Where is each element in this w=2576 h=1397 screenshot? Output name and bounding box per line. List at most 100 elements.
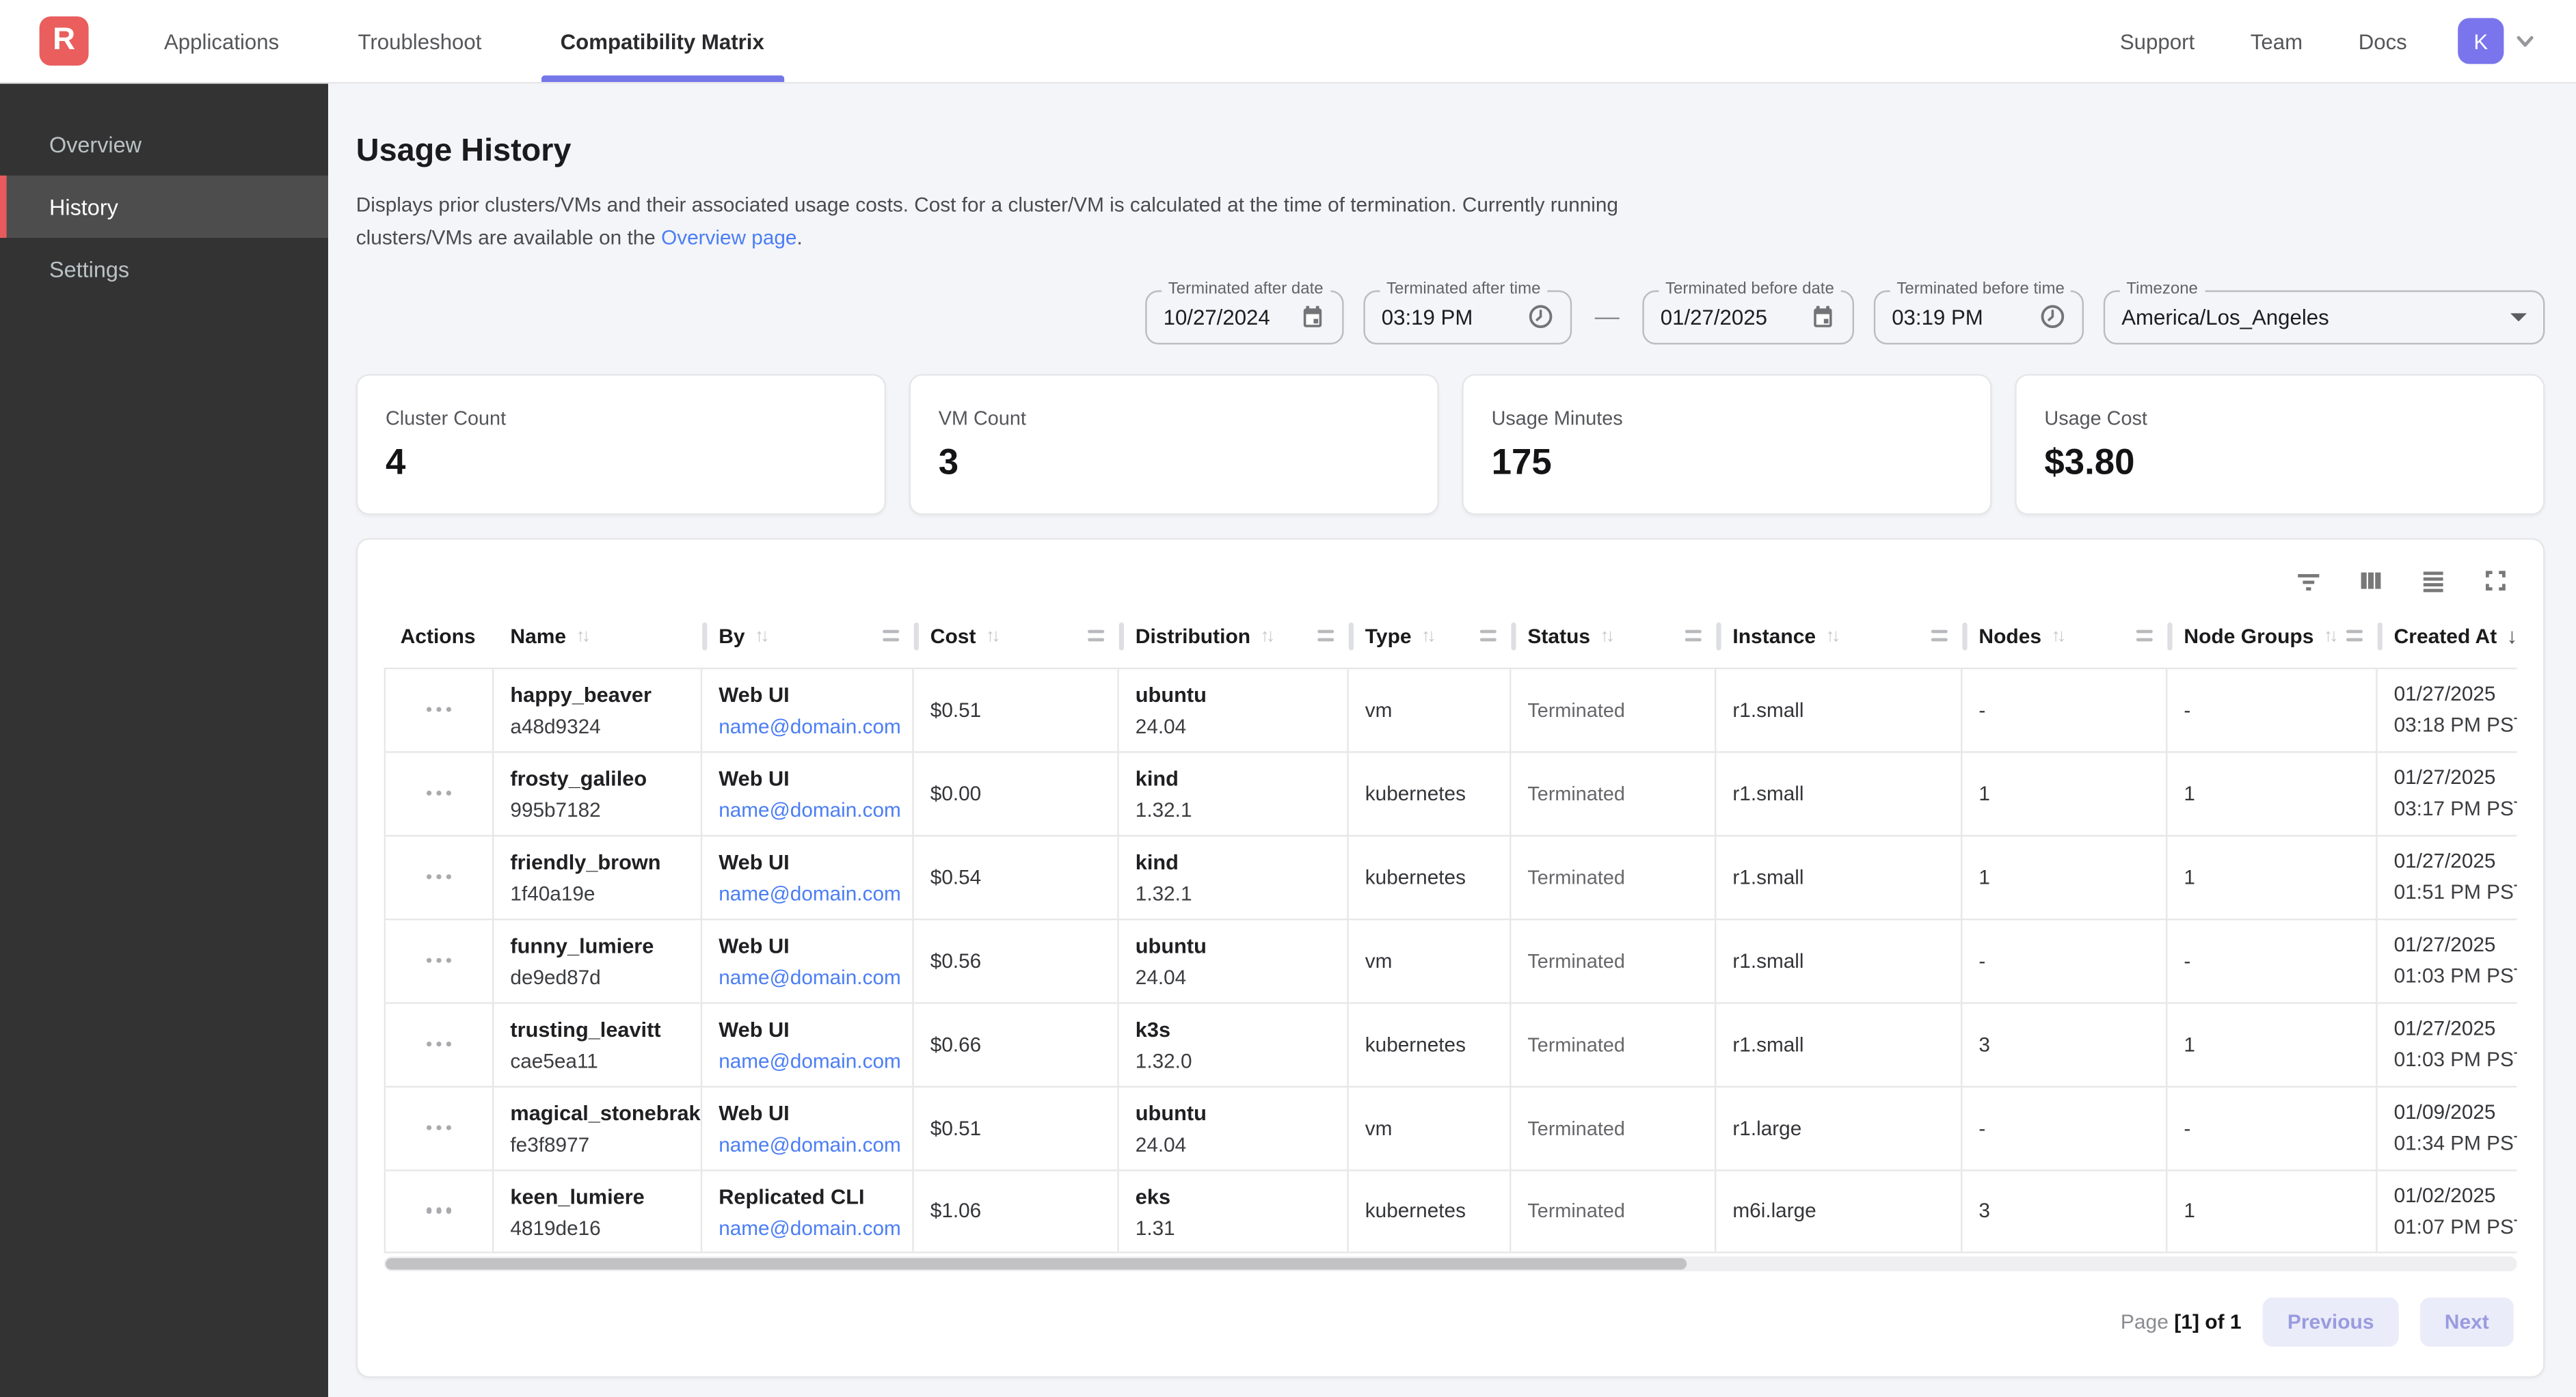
terminated-after-date-field[interactable]: Terminated after date 10/27/2024 xyxy=(1145,290,1343,344)
cell-instance: r1.small xyxy=(1716,1003,1962,1085)
column-menu-icon[interactable] xyxy=(1931,629,1948,642)
cell-distribution: eks1.31 xyxy=(1119,1171,1349,1251)
column-header-nodes[interactable]: Nodes ↑↓ xyxy=(1962,605,2167,667)
column-label: Node Groups xyxy=(2184,625,2313,648)
density-icon[interactable] xyxy=(2419,565,2448,595)
next-page-button[interactable]: Next xyxy=(2420,1297,2514,1346)
sort-desc-icon[interactable]: ↓ xyxy=(2507,623,2517,648)
sidebar-item-history[interactable]: History xyxy=(0,176,328,238)
email-link[interactable]: name@domain.com xyxy=(719,882,902,905)
sort-arrows-icon[interactable]: ↑↓ xyxy=(1826,626,1838,646)
cell-type: vm xyxy=(1349,1087,1512,1169)
description-text: Displays prior clusters/VMs and their as… xyxy=(356,193,1618,249)
cell-name: friendly_brown 1f40a19e xyxy=(494,836,702,918)
sort-arrows-icon[interactable]: ↑↓ xyxy=(755,626,766,646)
cell-distribution: ubuntu24.04 xyxy=(1119,668,1349,750)
column-menu-icon[interactable] xyxy=(2346,629,2363,642)
column-header-by[interactable]: By↑↓ xyxy=(702,605,914,667)
terminated-after-time-field[interactable]: Terminated after time 03:19 PM xyxy=(1363,290,1572,344)
row-actions-button[interactable] xyxy=(416,865,461,890)
cell-value: $0.51 xyxy=(930,1117,981,1140)
replicated-logo[interactable]: R xyxy=(40,16,89,66)
email-link[interactable]: name@domain.com xyxy=(719,1217,902,1240)
column-header-cost[interactable]: Cost↑↓ xyxy=(914,605,1119,667)
cell-line2: 1f40a19e xyxy=(510,882,690,905)
column-menu-icon[interactable] xyxy=(1317,629,1334,642)
calendar-icon[interactable] xyxy=(1793,303,1836,329)
column-header-name[interactable]: Name↑↓ xyxy=(494,605,702,667)
column-menu-icon[interactable] xyxy=(1685,629,1702,642)
table-row: magical_stonebrakerfe3f8977Web UIname@do… xyxy=(384,1085,2517,1169)
sort-arrows-icon[interactable]: ↑↓ xyxy=(576,626,588,646)
sort-arrows-icon[interactable]: ↑↓ xyxy=(2051,626,2063,646)
filter-icon[interactable] xyxy=(2294,565,2323,595)
email-link[interactable]: name@domain.com xyxy=(719,798,902,822)
sidebar-item-overview[interactable]: Overview xyxy=(0,113,328,176)
nav-tab-applications[interactable]: Applications xyxy=(124,0,318,82)
sort-arrows-icon[interactable]: ↑↓ xyxy=(986,626,997,646)
field-value: 03:19 PM xyxy=(1382,305,1473,329)
previous-page-button[interactable]: Previous xyxy=(2263,1297,2399,1346)
cell-value: r1.large xyxy=(1732,1117,1801,1140)
cell-line1: Web UI xyxy=(719,765,902,790)
row-actions-button[interactable] xyxy=(416,948,461,973)
chevron-down-icon[interactable] xyxy=(2514,29,2537,53)
column-header-node-groups[interactable]: Node Groups ↑↓ xyxy=(2167,605,2377,667)
terminated-before-time-field[interactable]: Terminated before time 03:19 PM xyxy=(1874,290,2084,344)
sort-arrows-icon[interactable]: ↑↓ xyxy=(2324,626,2335,646)
row-actions-button[interactable] xyxy=(416,781,461,806)
row-actions-button[interactable] xyxy=(416,1115,461,1141)
cell-line2: 01:51 PM PST xyxy=(2394,880,2517,904)
email-link[interactable]: name@domain.com xyxy=(719,1133,902,1156)
terminated-before-date-field[interactable]: Terminated before date 01/27/2025 xyxy=(1642,290,1854,344)
row-actions-button[interactable] xyxy=(416,1031,461,1057)
column-header-status[interactable]: Status↑↓ xyxy=(1511,605,1716,667)
nav-tab-troubleshoot[interactable]: Troubleshoot xyxy=(319,0,521,82)
cell-value: - xyxy=(2184,698,2190,722)
nav-link-support[interactable]: Support xyxy=(2092,29,2223,53)
column-header-distribution[interactable]: Distribution↑↓ xyxy=(1119,605,1349,667)
columns-icon[interactable] xyxy=(2356,565,2385,595)
clock-icon[interactable] xyxy=(1511,303,1553,329)
row-actions-button[interactable] xyxy=(416,1198,461,1223)
cell-line2: 01:03 PM PST xyxy=(2394,1048,2517,1071)
cell-line2: fe3f8977 xyxy=(510,1133,690,1156)
scrollbar-thumb[interactable] xyxy=(386,1258,1687,1269)
cell-line1: friendly_brown xyxy=(510,849,690,873)
overview-page-link[interactable]: Overview page xyxy=(661,226,796,249)
nav-link-team[interactable]: Team xyxy=(2223,29,2331,53)
nav-tab-compatibility-matrix[interactable]: Compatibility Matrix xyxy=(521,0,803,82)
cell-value: r1.small xyxy=(1732,782,1803,805)
column-menu-icon[interactable] xyxy=(2136,629,2153,642)
cell-line1: kind xyxy=(1136,765,1337,790)
column-menu-icon[interactable] xyxy=(1480,629,1497,642)
column-header-created-at[interactable]: Created At↓ xyxy=(2378,605,2517,667)
cell-line2: 03:17 PM PST xyxy=(2394,797,2517,820)
fullscreen-icon[interactable] xyxy=(2481,565,2510,595)
cell-value: $1.06 xyxy=(930,1199,981,1223)
page-title: Usage History xyxy=(356,133,2545,170)
horizontal-scrollbar[interactable] xyxy=(384,1256,2517,1271)
sort-arrows-icon[interactable]: ↑↓ xyxy=(1600,626,1611,646)
nav-link-docs[interactable]: Docs xyxy=(2331,29,2435,53)
email-link[interactable]: name@domain.com xyxy=(719,1049,902,1072)
calendar-icon[interactable] xyxy=(1283,303,1326,329)
timezone-select[interactable]: Timezone America/Los_Angeles xyxy=(2104,290,2545,344)
email-link[interactable]: name@domain.com xyxy=(719,715,902,738)
sidebar-item-settings[interactable]: Settings xyxy=(0,238,328,300)
user-avatar[interactable]: K xyxy=(2458,18,2504,64)
column-label: Nodes xyxy=(1978,625,2041,648)
email-link[interactable]: name@domain.com xyxy=(719,966,902,989)
field-value: 10/27/2024 xyxy=(1164,305,1270,329)
column-menu-icon[interactable] xyxy=(883,629,899,642)
cell-value: Terminated xyxy=(1527,1117,1625,1140)
column-header-instance[interactable]: Instance↑↓ xyxy=(1716,605,1962,667)
cell-by: Web UIname@domain.com xyxy=(702,836,914,918)
main-content: Usage History Displays prior clusters/VM… xyxy=(328,83,2576,1397)
sort-arrows-icon[interactable]: ↑↓ xyxy=(1421,626,1433,646)
clock-icon[interactable] xyxy=(2023,303,2065,329)
row-actions-button[interactable] xyxy=(416,697,461,722)
sort-arrows-icon[interactable]: ↑↓ xyxy=(1261,626,1272,646)
column-menu-icon[interactable] xyxy=(1088,629,1104,642)
column-header-type[interactable]: Type↑↓ xyxy=(1349,605,1512,667)
